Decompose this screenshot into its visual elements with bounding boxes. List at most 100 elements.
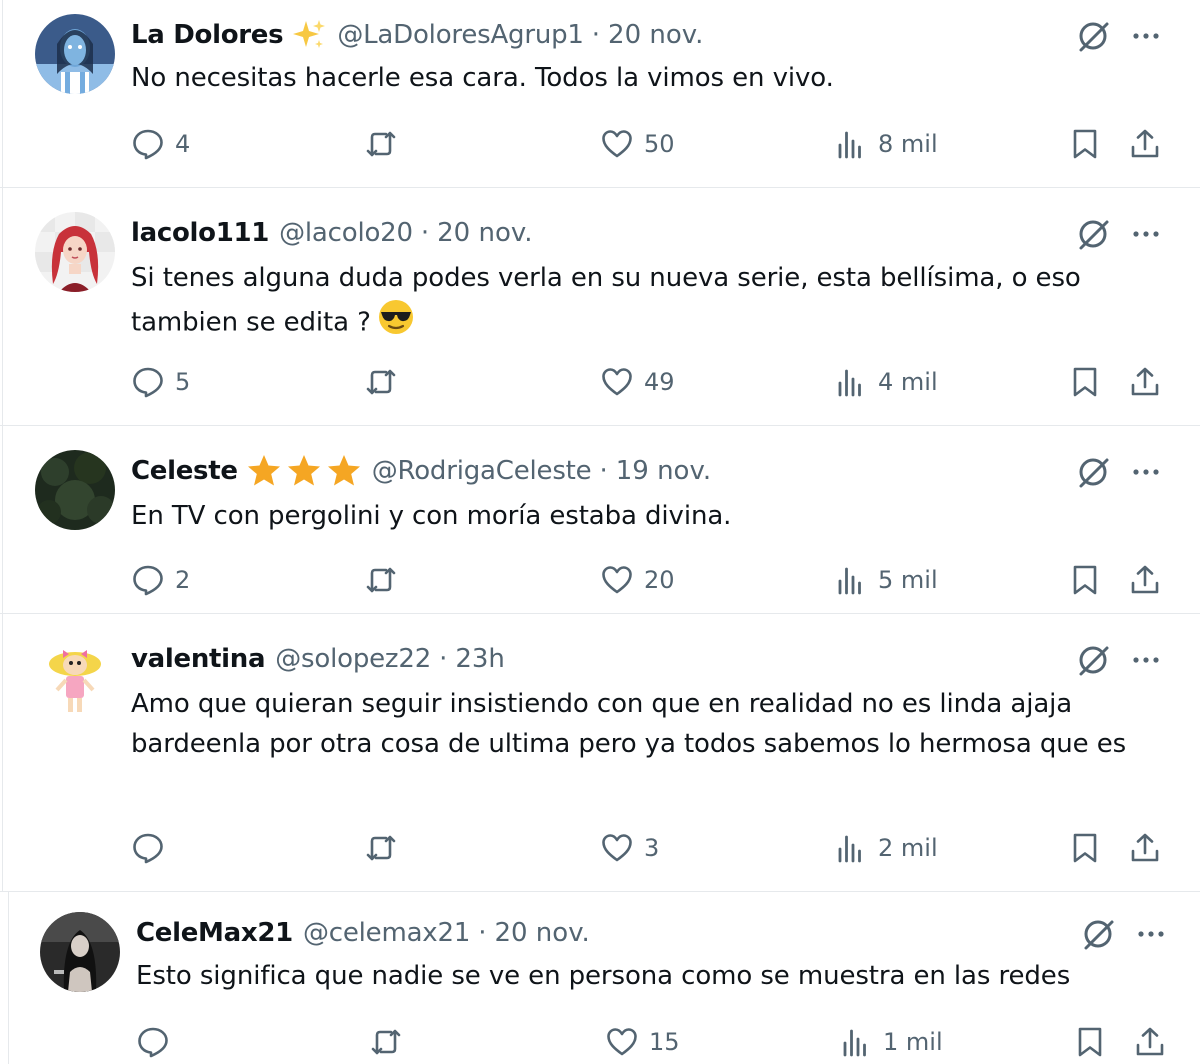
timestamp[interactable]: 23h [455, 644, 505, 674]
tweet[interactable]: La Dolores @LaDoloresAgrup1 · 20 nov. No… [0, 0, 1200, 188]
reply-button[interactable]: 2 [131, 560, 190, 600]
bookmark-icon [1068, 831, 1102, 865]
share-button[interactable] [1128, 560, 1162, 600]
tweet-text: No necesitas hacerle esa cara. Todos la … [131, 63, 834, 93]
share-button[interactable] [1133, 1022, 1167, 1062]
tweet-text: Amo que quieran seguir insistiendo con q… [131, 689, 1127, 759]
display-name[interactable]: valentina [131, 644, 266, 674]
more-icon[interactable] [1128, 18, 1164, 54]
analytics-icon [839, 1025, 873, 1059]
like-count: 20 [644, 566, 675, 594]
analytics-icon [834, 563, 868, 597]
bookmark-button[interactable] [1068, 560, 1102, 600]
heart-icon [600, 563, 634, 597]
heart-icon [600, 365, 634, 399]
avatar[interactable] [35, 14, 115, 94]
display-name[interactable]: Celeste [131, 456, 238, 486]
more-icon[interactable] [1133, 916, 1169, 952]
bookmark-icon [1068, 365, 1102, 399]
handle[interactable]: @celemax21 [303, 918, 470, 948]
action-bar: 5 49 4 mil [0, 362, 1200, 402]
like-count: 3 [644, 834, 660, 862]
more-icon[interactable] [1128, 216, 1164, 252]
grok-icon[interactable] [1080, 916, 1116, 952]
reply-button[interactable] [136, 1022, 180, 1062]
like-button[interactable]: 49 [600, 362, 675, 402]
tweet-text: Esto significa que nadie se ve en person… [136, 961, 1071, 991]
reply-button[interactable]: 4 [131, 124, 190, 164]
grok-icon[interactable] [1075, 18, 1111, 54]
share-button[interactable] [1128, 828, 1162, 868]
bookmark-icon [1068, 127, 1102, 161]
reply-button[interactable] [131, 828, 175, 868]
handle[interactable]: @LaDoloresAgrup1 [337, 20, 584, 50]
timestamp[interactable]: 20 nov. [494, 918, 589, 948]
like-button[interactable]: 20 [600, 560, 675, 600]
tweet[interactable]: CeleMax21 @celemax21 · 20 nov. Esto sign… [0, 892, 1200, 1064]
views-button[interactable]: 4 mil [834, 362, 938, 402]
timestamp[interactable]: 19 nov. [616, 456, 711, 486]
tweet[interactable]: Celeste @RodrigaCeleste · 19 nov. En TV … [0, 426, 1200, 614]
retweet-button[interactable] [369, 1022, 413, 1062]
retweet-button[interactable] [364, 124, 408, 164]
timestamp[interactable]: 20 nov. [608, 20, 703, 50]
share-button[interactable] [1128, 362, 1162, 402]
retweet-button[interactable] [364, 560, 408, 600]
bookmark-button[interactable] [1068, 124, 1102, 164]
display-name[interactable]: CeleMax21 [136, 918, 293, 948]
display-name[interactable]: lacolo111 [131, 218, 269, 248]
timestamp[interactable]: 20 nov. [437, 218, 532, 248]
grok-icon[interactable] [1075, 642, 1111, 678]
like-button[interactable]: 3 [600, 828, 659, 868]
tweet[interactable]: valentina @solopez22 · 23h Amo que quier… [0, 614, 1200, 892]
heart-icon [600, 831, 634, 865]
tweet-text-container: Si tenes alguna duda podes verla en su n… [131, 258, 1131, 348]
share-button[interactable] [1128, 124, 1162, 164]
handle[interactable]: @solopez22 [275, 644, 431, 674]
views-button[interactable]: 5 mil [834, 560, 938, 600]
more-icon[interactable] [1128, 642, 1164, 678]
views-button[interactable]: 1 mil [839, 1022, 943, 1062]
tweet[interactable]: lacolo111 @lacolo20 · 20 nov. Si tenes a… [0, 188, 1200, 426]
share-icon [1128, 127, 1162, 161]
like-button[interactable]: 50 [600, 124, 675, 164]
avatar[interactable] [35, 450, 115, 530]
handle[interactable]: @RodrigaCeleste [372, 456, 592, 486]
bookmark-button[interactable] [1068, 828, 1102, 868]
bookmark-button[interactable] [1073, 1022, 1107, 1062]
display-name[interactable]: La Dolores [131, 20, 284, 50]
share-icon [1128, 563, 1162, 597]
reply-icon [136, 1025, 170, 1059]
separator: · [599, 456, 608, 486]
separator: · [420, 218, 430, 248]
avatar[interactable] [35, 212, 115, 292]
analytics-icon [834, 127, 868, 161]
views-button[interactable]: 8 mil [834, 124, 938, 164]
retweet-icon [364, 563, 398, 597]
avatar[interactable] [35, 638, 115, 718]
bookmark-button[interactable] [1068, 362, 1102, 402]
separator: · [439, 644, 448, 674]
like-count: 15 [649, 1028, 680, 1056]
views-count: 4 mil [878, 368, 938, 396]
views-button[interactable]: 2 mil [834, 828, 938, 868]
more-icon[interactable] [1128, 454, 1164, 490]
share-icon [1128, 831, 1162, 865]
heart-icon [600, 127, 634, 161]
action-bar: 15 1 mil [5, 1022, 1200, 1062]
reply-icon [131, 127, 165, 161]
reply-icon [131, 365, 165, 399]
avatar[interactable] [40, 912, 120, 992]
action-bar: 4 50 8 mil [0, 124, 1200, 164]
handle[interactable]: @lacolo20 [279, 218, 413, 248]
reply-count: 2 [175, 566, 191, 594]
retweet-button[interactable] [364, 828, 408, 868]
separator: · [591, 20, 601, 50]
retweet-button[interactable] [364, 362, 408, 402]
like-button[interactable]: 15 [605, 1022, 680, 1062]
action-bar: 2 20 5 mil [0, 560, 1200, 600]
grok-icon[interactable] [1075, 454, 1111, 490]
retweet-icon [364, 127, 398, 161]
reply-button[interactable]: 5 [131, 362, 190, 402]
grok-icon[interactable] [1075, 216, 1111, 252]
